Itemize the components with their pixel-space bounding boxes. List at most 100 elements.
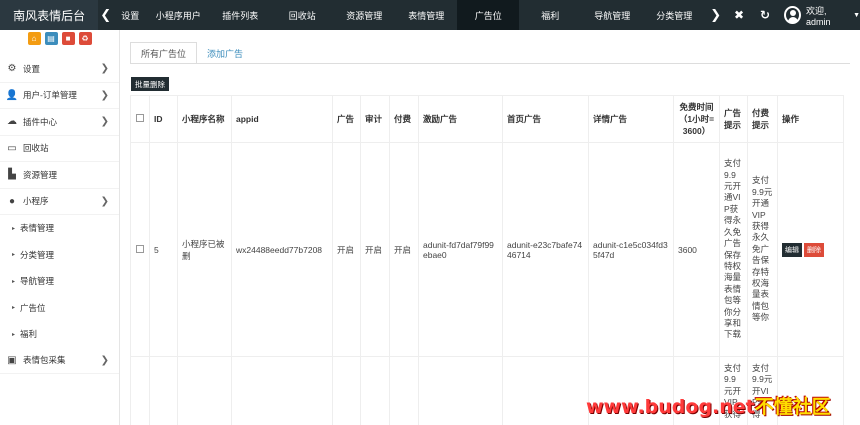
nav-tab[interactable]: 设置	[113, 0, 147, 30]
sidebar-subitem[interactable]: ▸ 表情管理	[0, 215, 119, 242]
col-header-paid: 付费	[389, 95, 419, 143]
top-icons: ✖ ↻	[726, 0, 778, 30]
sidebar-item[interactable]: 👤 用户-订单管理 ❯	[0, 83, 119, 109]
cell-detail-ad: adunit-c1e5c034fd35f47d	[588, 142, 674, 357]
cell-ad: 开启	[332, 142, 361, 357]
sidebar-subitem-label: 福利	[20, 329, 38, 340]
user-welcome-label: 欢迎, admin	[806, 5, 831, 27]
caret-right-icon: ▸	[12, 252, 16, 259]
app-brand[interactable]: 南风表情后台	[0, 0, 99, 30]
sidebar-item-meme-collect[interactable]: ▣ 表情包采集 ❯	[0, 348, 119, 374]
trash-icon[interactable]: ■	[61, 32, 75, 45]
tab-add-ad[interactable]: 添加广告	[197, 42, 253, 64]
watermark: www.budog.net不懂社区	[586, 392, 831, 419]
sidebar-subitem-label: 导航管理	[20, 276, 55, 287]
nav-tab[interactable]: 广告位	[457, 0, 520, 30]
col-header-pay-tip: 付费提示	[747, 95, 778, 143]
sidebar-item-label: 小程序	[23, 196, 49, 207]
cloud-icon: ☁	[7, 116, 17, 128]
chevron-right-icon: ❯	[100, 116, 109, 128]
home-icon[interactable]: ⌂	[27, 32, 41, 45]
sidebar-subitem[interactable]: ▸ 福利	[0, 321, 119, 348]
cell-reward-ad: adunit-fd7daf79f99ebae0	[418, 142, 503, 357]
col-header-ad-tip: 广告提示	[719, 95, 748, 143]
nav-tab[interactable]: 插件列表	[209, 0, 271, 30]
col-header-free-time: 免费时间（1小时=3600）	[673, 95, 720, 143]
cell-paid: 开启	[389, 142, 419, 357]
sidebar-subitem[interactable]: ▸ 广告位	[0, 295, 119, 322]
cell-pay-tip: 支付9.9元开通VIP获得永久免广告保存特权海量表情包等你	[747, 142, 778, 357]
row-checkbox[interactable]	[130, 142, 150, 357]
user-avatar-icon	[784, 6, 802, 24]
select-all-checkbox[interactable]	[130, 95, 150, 143]
sidebar-subitem[interactable]: ▸ 导航管理	[0, 268, 119, 295]
col-header-home-ad: 首页广告	[502, 95, 589, 143]
content-tabs: 所有广告位 添加广告	[130, 42, 253, 64]
tab-all-ads[interactable]: 所有广告位	[130, 42, 198, 64]
main-content: 所有广告位 添加广告 批量删除 ID 小程序名称 appid 广告 审计 付费 …	[120, 30, 860, 425]
sidebar-item[interactable]: ☁ 插件中心 ❯	[0, 109, 119, 136]
edit-button[interactable]: 编辑	[782, 242, 802, 257]
nav-tab[interactable]: 导航管理	[581, 0, 643, 30]
cell-free-time: 3600	[673, 142, 720, 357]
sidebar-item[interactable]: ⚙ 设置 ❯	[0, 56, 119, 83]
nav-tab[interactable]: 分类管理	[643, 0, 705, 30]
cell-actions: 编辑 删除	[777, 142, 844, 357]
bulk-delete-button[interactable]: 批量删除	[131, 77, 169, 91]
col-header-appid: appid	[231, 95, 333, 143]
image-icon: ▣	[7, 354, 17, 366]
close-tabs-icon[interactable]: ✖	[726, 8, 752, 22]
watermark-url: www.budog.net	[586, 396, 755, 418]
delete-button[interactable]: 删除	[804, 242, 824, 257]
chevron-right-icon: ❯	[100, 354, 109, 366]
sidebar-item-label: 设置	[23, 63, 41, 74]
cell-name: 小程序已被删	[177, 142, 232, 357]
sidebar-item-label: 表情包采集	[23, 355, 66, 366]
nav-tab[interactable]: 福利	[519, 0, 581, 30]
tab-divider	[130, 63, 850, 64]
sidebar-item-label: 回收站	[23, 143, 49, 154]
caret-down-icon: ▼	[853, 11, 860, 19]
document-icon[interactable]: ▤	[44, 32, 58, 45]
sidebar-subitem[interactable]: ▸ 分类管理	[0, 242, 119, 269]
table-header-row: ID 小程序名称 appid 广告 审计 付费 激励广告 首页广告 详情广告 免…	[130, 95, 844, 143]
chevron-right-icon: ❯	[100, 63, 109, 75]
monitor-icon: ▭	[7, 142, 17, 154]
col-header-reward-ad: 激励广告	[418, 95, 503, 143]
nav-tab[interactable]: 表情管理	[395, 0, 457, 30]
nav-tab[interactable]: 回收站	[271, 0, 333, 30]
watermark-cn: 不懂社区	[754, 396, 831, 418]
cell-ad-tip: 支付9.9元开通VIP获得永久免广告保存特权海量表情包等你分享和下载	[719, 142, 748, 357]
cell-id: 5	[149, 142, 178, 357]
chevron-right-icon: ❯	[100, 195, 109, 207]
col-header-actions: 操作	[777, 95, 844, 143]
recycle-icon[interactable]: ♻	[78, 32, 92, 45]
nav-tabs: 设置 小程序用户 插件列表 回收站 资源管理 表情管理 广告位 福利 导航管理 分类管理	[113, 0, 705, 30]
top-navbar: 南风表情后台 ❮ 设置 小程序用户 插件列表 回收站 资源管理 表情管理 广告位 福利 导航管理…	[0, 0, 860, 30]
sidebar-subitem-label: 分类管理	[20, 249, 55, 260]
caret-right-icon: ▸	[12, 305, 16, 312]
sidebar-item[interactable]: ● 小程序 ❯	[0, 189, 119, 215]
cell-appid: wx24488eedd77b7208	[231, 142, 333, 357]
col-header-name: 小程序名称	[177, 95, 232, 143]
sidebar-item-label: 资源管理	[23, 169, 58, 180]
ads-table: ID 小程序名称 appid 广告 审计 付费 激励广告 首页广告 详情广告 免…	[130, 95, 844, 425]
sidebar-subitem-label: 表情管理	[20, 223, 55, 234]
col-header-audit: 审计	[360, 95, 390, 143]
sidebar-item-label: 插件中心	[23, 116, 58, 127]
user-menu[interactable]: 欢迎, admin ▼	[784, 0, 860, 30]
sidebar-item[interactable]: ▭ 回收站	[0, 136, 119, 162]
user-icon: 👤	[5, 89, 19, 101]
nav-next-arrow-icon[interactable]: ❯	[705, 0, 726, 30]
nav-prev-arrow-icon[interactable]: ❮	[98, 0, 113, 30]
nav-tab[interactable]: 资源管理	[333, 0, 395, 30]
refresh-icon[interactable]: ↻	[752, 8, 778, 22]
nav-tab[interactable]: 小程序用户	[147, 0, 209, 30]
gear-icon: ⚙	[7, 63, 17, 75]
caret-right-icon: ▸	[12, 225, 16, 232]
caret-right-icon: ▸	[12, 278, 16, 285]
cell-audit: 开启	[360, 142, 390, 357]
col-header-id: ID	[149, 95, 178, 143]
caret-right-icon: ▸	[12, 331, 16, 338]
sidebar-item[interactable]: ▙ 资源管理	[0, 162, 119, 189]
